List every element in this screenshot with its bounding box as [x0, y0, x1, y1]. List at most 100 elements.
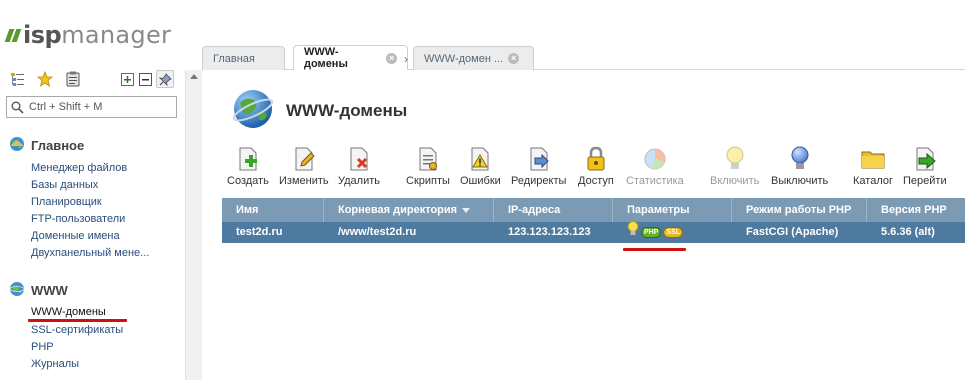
sidebar-item-ssl-certificates[interactable]: SSL-сертификаты	[31, 322, 127, 339]
column-header-php-mode-label: Режим работы PHP	[746, 204, 852, 216]
tab-home[interactable]: Главная	[202, 46, 285, 70]
tab-www-domain-edit-label: WWW-домен ...	[424, 52, 504, 65]
cell-params: PHP SSL	[613, 222, 732, 243]
tab-www-domains-close-icon[interactable]: ×	[386, 52, 397, 64]
ssl-badge: SSL	[663, 227, 684, 238]
main-content: WWW-домены Создать Изменить Удалить Скри…	[202, 70, 965, 380]
access-label: Доступ	[578, 175, 614, 187]
redirects-label: Редиректы	[511, 175, 567, 187]
www-globe-icon	[9, 281, 25, 300]
sidebar-item-databases[interactable]: Базы данных	[31, 177, 149, 194]
page-header: WWW-домены	[232, 88, 407, 134]
sidebar-item-file-manager[interactable]: Менеджер файлов	[31, 160, 149, 177]
goto-label: Перейти	[903, 175, 947, 187]
column-header-name[interactable]: Имя	[222, 198, 324, 222]
create-icon	[235, 146, 261, 172]
sidebar-item-ftp-users[interactable]: FTP-пользователи	[31, 211, 149, 228]
edit-button[interactable]: Изменить	[279, 146, 329, 187]
sidebar-item-scheduler[interactable]: Планировщик	[31, 194, 149, 211]
scripts-button[interactable]: Скрипты	[406, 146, 450, 187]
tab-www-domains[interactable]: WWW-домены ×	[293, 45, 408, 70]
enable-button[interactable]: Включить	[710, 146, 759, 187]
column-header-ip[interactable]: IP-адреса	[494, 198, 613, 222]
app-logo: isp manager	[4, 18, 172, 52]
edit-label: Изменить	[279, 175, 329, 187]
statistics-button[interactable]: Статистика	[626, 146, 684, 187]
sidebar-item-dual-panel-manager[interactable]: Двухпанельный мене...	[31, 245, 149, 262]
redirects-button[interactable]: Редиректы	[511, 146, 566, 187]
tree-view-icon[interactable]	[8, 70, 26, 88]
delete-label: Удалить	[338, 175, 380, 187]
errors-button[interactable]: Ошибки	[460, 146, 501, 187]
logo-isp-text: isp	[23, 21, 62, 49]
errors-label: Ошибки	[460, 175, 501, 187]
collapse-all-icon[interactable]	[136, 70, 154, 88]
bulb-off-icon	[787, 146, 813, 172]
cell-php-mode: FastCGI (Apache)	[746, 226, 839, 238]
access-button[interactable]: Доступ	[578, 146, 614, 187]
section-www-title[interactable]: WWW	[9, 281, 68, 300]
goto-icon	[912, 146, 938, 172]
bulb-param-icon	[627, 222, 639, 243]
scripts-label: Скрипты	[406, 175, 450, 187]
table-row[interactable]: test2d.ru /www/test2d.ru 123.123.123.123…	[222, 222, 965, 243]
tab-home-label: Главная	[213, 52, 255, 65]
globe-icon	[232, 88, 275, 134]
column-header-params-label: Параметры	[627, 204, 690, 216]
cell-php-version: 5.6.36 (alt)	[881, 226, 935, 238]
section-www-label: WWW	[31, 283, 68, 298]
cell-root: /www/test2d.ru	[338, 226, 417, 238]
sidebar: ispmanager Главное Ме	[0, 0, 185, 380]
sort-down-icon	[462, 207, 471, 213]
edit-icon	[291, 146, 317, 172]
favorites-star-icon[interactable]	[36, 70, 54, 88]
disable-label: Выключить	[771, 175, 829, 187]
column-header-params[interactable]: Параметры	[613, 198, 732, 222]
logo-mark-icon	[4, 28, 22, 42]
statistics-label: Статистика	[626, 175, 684, 187]
enable-label: Включить	[710, 175, 760, 187]
delete-icon	[346, 146, 372, 172]
toolbar: Создать Изменить Удалить Скрипты Ошибки …	[202, 146, 965, 190]
tab-chevron-right-icon: ›	[404, 52, 408, 66]
disable-button[interactable]: Выключить	[771, 146, 828, 187]
sidebar-toolbar	[8, 70, 178, 88]
section-main-title[interactable]: Главное	[9, 136, 84, 155]
search-icon	[11, 101, 24, 117]
section-main-label: Главное	[31, 138, 85, 153]
create-button[interactable]: Создать	[227, 146, 269, 187]
scroll-up-arrow-icon[interactable]	[190, 74, 198, 79]
section-www-menu: WWW-домены SSL-сертификаты PHP Журналы	[28, 305, 127, 373]
tab-www-domains-label: WWW-домены	[304, 46, 348, 70]
catalog-button[interactable]: Каталог	[853, 146, 893, 187]
sidebar-item-www-domains[interactable]: WWW-домены	[28, 305, 127, 322]
table-header: Имя Корневая директория IP-адреса Параме…	[222, 198, 965, 222]
expand-all-icon[interactable]	[118, 70, 136, 88]
search-input[interactable]	[29, 99, 174, 115]
column-header-php-version[interactable]: Версия PHP	[867, 198, 965, 222]
sidebar-item-logs[interactable]: Журналы	[31, 356, 127, 373]
cell-name: test2d.ru	[236, 226, 283, 238]
tab-www-domain-edit-close-icon[interactable]: ×	[508, 53, 520, 64]
column-header-root[interactable]: Корневая директория	[324, 198, 494, 222]
domains-table: Имя Корневая директория IP-адреса Параме…	[222, 198, 965, 243]
section-main-menu: Менеджер файлов Базы данных Планировщик …	[31, 160, 149, 262]
column-header-php-version-label: Версия PHP	[881, 204, 947, 216]
php-badge: PHP	[641, 227, 662, 238]
column-header-php-mode[interactable]: Режим работы PHP	[732, 198, 867, 222]
logo-manager-text: manager	[61, 21, 172, 49]
scripts-icon	[415, 146, 441, 172]
search-box[interactable]	[6, 96, 177, 118]
delete-button[interactable]: Удалить	[338, 146, 380, 187]
folder-icon	[860, 146, 886, 172]
column-header-name-label: Имя	[236, 204, 259, 216]
sidebar-item-domain-names[interactable]: Доменные имена	[31, 228, 149, 245]
create-label: Создать	[227, 175, 269, 187]
catalog-label: Каталог	[853, 175, 893, 187]
tab-www-domain-edit[interactable]: WWW-домен ... ×	[413, 46, 534, 70]
sidebar-item-php[interactable]: PHP	[31, 339, 127, 356]
pin-icon[interactable]	[156, 70, 174, 88]
sidebar-scrollbar[interactable]	[185, 70, 202, 380]
goto-button[interactable]: Перейти	[903, 146, 947, 187]
clipboard-icon[interactable]	[64, 70, 82, 88]
